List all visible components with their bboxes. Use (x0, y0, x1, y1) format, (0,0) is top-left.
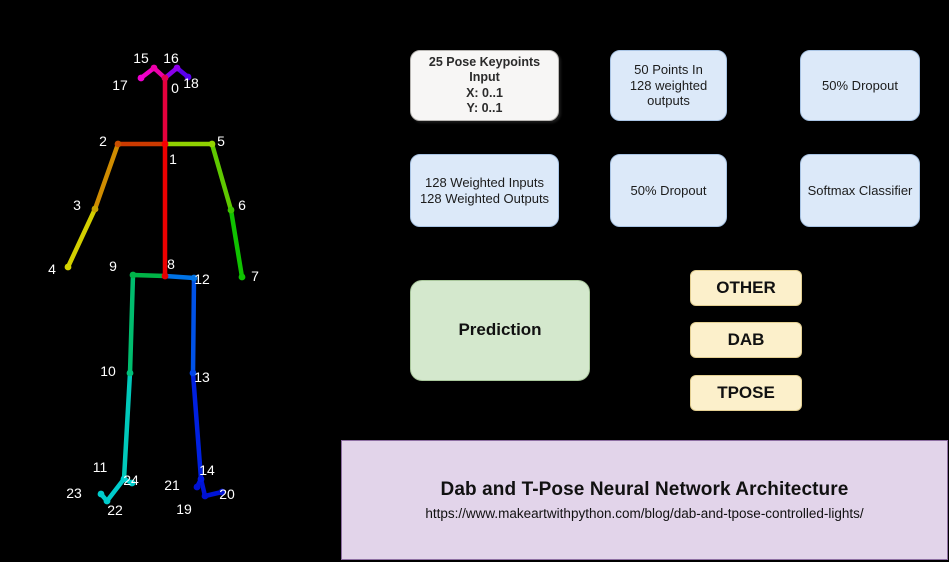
node-dropout-1: 50% Dropout (800, 50, 920, 121)
keypoint-label-10: 10 (100, 363, 116, 379)
keypoint-label-12: 12 (194, 271, 210, 287)
skeleton-bone-8-12 (162, 273, 197, 281)
diagram-canvas: 0 1 2 3 4 5 6 7 8 9 10 11 12 13 14 15 16 17 18 19 20 21 22 23 24… (0, 0, 949, 562)
keypoint-label-21: 21 (164, 477, 180, 493)
node-label: DAB (727, 329, 765, 349)
skeleton-bone-3-4 (65, 206, 98, 270)
keypoint-label-0: 0 (171, 80, 179, 96)
keypoint-label-17: 17 (112, 77, 128, 93)
skeleton-figure: 0123456789101112131415 1617 18192021222324 (48, 50, 259, 518)
node-class-dab: DAB (690, 322, 802, 358)
skeleton-bone-8-9 (130, 272, 168, 279)
skeleton-bone-2-3 (92, 141, 121, 212)
skeleton-joint-17 (137, 74, 145, 82)
node-dropout-2: 50% Dropout (610, 154, 727, 227)
skeleton-bone-12-13 (190, 275, 197, 376)
skeleton-joint-10 (126, 369, 134, 377)
skeleton-joint-21 (193, 483, 201, 491)
skeleton-keypoint-labels: 0123456789101112131415 1617 18192021222324 (48, 50, 259, 518)
keypoint-label-8: 8 (167, 256, 175, 272)
pose-skeleton-panel: 0 1 2 3 4 5 6 7 8 9 10 11 12 13 14 15 16 17 18 19 20 21 22 23 24 (0, 0, 340, 562)
skeleton-joint-4 (64, 263, 72, 271)
keypoint-label-11: 11 (93, 459, 108, 475)
node-label: 25 Pose Keypoints Input X: 0..1 Y: 0..1 (428, 55, 541, 115)
node-label: 50 Points In 128 weighted outputs (629, 61, 708, 109)
keypoint-label-6: 6 (238, 197, 246, 213)
node-dense-1: 50 Points In 128 weighted outputs (610, 50, 727, 121)
skeleton-joint-9 (129, 271, 137, 279)
node-label: 50% Dropout (822, 77, 898, 93)
skeleton-joint-7 (238, 273, 246, 281)
keypoint-label-14: 14 (199, 462, 215, 478)
skeleton-bones (65, 65, 245, 504)
node-softmax-classifier: Softmax Classifier (800, 154, 920, 227)
skeleton-joint-5 (208, 140, 216, 148)
title-banner: Dab and T-Pose Neural Network Architectu… (341, 440, 948, 560)
skeleton-joint-2 (114, 140, 122, 148)
keypoint-label-13: 13 (194, 369, 210, 385)
banner-url: https://www.makeartwithpython.com/blog/d… (425, 506, 864, 521)
skeleton-joint-0 (161, 74, 169, 82)
skeleton-bone-5-6 (209, 141, 234, 213)
skeleton-bone-11-22 (104, 476, 127, 504)
keypoint-label-3: 3 (73, 197, 81, 213)
node-input-layer: 25 Pose Keypoints Input X: 0..1 Y: 0..1 (410, 50, 559, 121)
keypoint-label-7: 7 (251, 268, 259, 284)
skeleton-joint-6 (227, 206, 235, 214)
keypoint-label-24: 24 (123, 472, 139, 488)
skeleton-joint-15 (150, 64, 158, 72)
skeleton-joint-1 (161, 140, 169, 148)
skeleton-joint-23 (97, 490, 105, 498)
node-label: Softmax Classifier (807, 182, 913, 198)
banner-title: Dab and T-Pose Neural Network Architectu… (440, 479, 849, 500)
keypoint-label-22: 22 (107, 502, 123, 518)
node-prediction: Prediction (410, 280, 590, 381)
skeleton-joint-8 (161, 272, 169, 280)
node-label: 50% Dropout (630, 182, 707, 198)
keypoint-label-4: 4 (48, 261, 56, 277)
skeleton-joint-19 (201, 492, 209, 500)
keypoint-label-18: 18 (183, 75, 199, 91)
node-class-tpose: TPOSE (690, 375, 802, 411)
node-label: Prediction (458, 320, 542, 340)
node-class-other: OTHER (690, 270, 802, 306)
skeleton-joints (64, 64, 246, 505)
node-label: OTHER (716, 277, 776, 297)
skeleton-bone-9-10 (127, 272, 136, 376)
keypoint-label-2: 2 (99, 133, 107, 149)
node-label: 128 Weighted Inputs 128 Weighted Outputs (419, 174, 550, 206)
skeleton-bone-10-11 (121, 370, 133, 482)
keypoint-label-1: 1 (169, 151, 177, 167)
keypoint-label-20: 20 (219, 486, 235, 502)
keypoint-label-19: 19 (176, 501, 192, 517)
keypoint-label-16: 16 (163, 50, 179, 66)
node-label: TPOSE (717, 382, 775, 402)
keypoint-label-9: 9 (109, 258, 117, 274)
node-dense-2: 128 Weighted Inputs 128 Weighted Outputs (410, 154, 559, 227)
skeleton-joint-3 (91, 205, 99, 213)
skeleton-bone-6-7 (228, 207, 245, 280)
keypoint-label-5: 5 (217, 133, 225, 149)
keypoint-label-15: 15 (133, 50, 149, 66)
keypoint-label-23: 23 (66, 485, 82, 501)
